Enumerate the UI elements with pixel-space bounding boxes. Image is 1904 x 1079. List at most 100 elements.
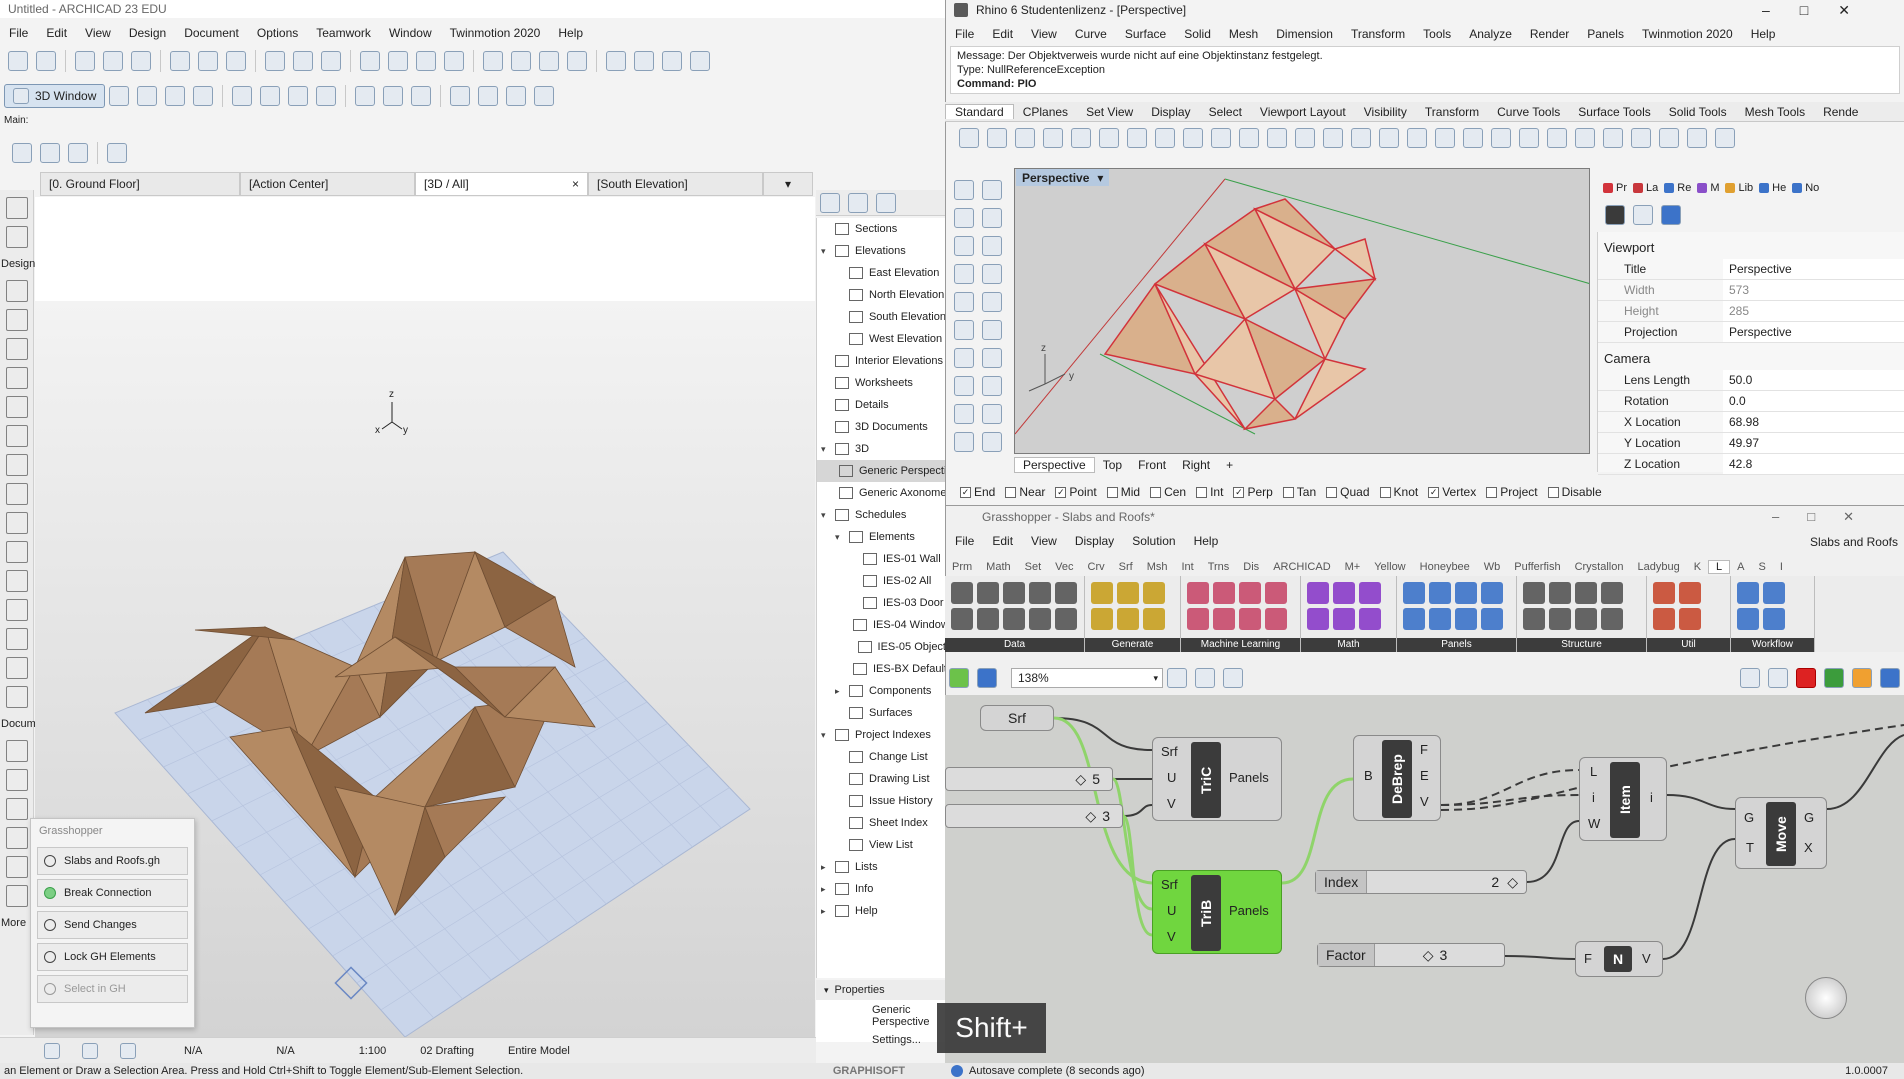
component-icon[interactable]	[1091, 582, 1113, 604]
sidebar-tool-icon[interactable]	[982, 320, 1002, 340]
component-icon[interactable]	[1601, 582, 1623, 604]
zoom-out-icon[interactable]	[82, 1042, 98, 1059]
viewport-tab-right[interactable]: Right	[1174, 458, 1218, 472]
navigator-item-schedules[interactable]: ▾ Schedules	[817, 504, 946, 526]
tab-south-elevation[interactable]: [South Elevation]	[588, 172, 763, 196]
open-icon[interactable]	[987, 128, 1007, 148]
rhino-tab-standard[interactable]: Standard	[945, 104, 1014, 119]
open-file-icon[interactable]	[949, 668, 969, 688]
menu-item-edit[interactable]: Edit	[983, 534, 1022, 548]
wire-icon[interactable]	[383, 86, 404, 106]
sidebar-tool-icon[interactable]	[954, 264, 974, 284]
slab-tool-icon[interactable]	[6, 454, 28, 476]
gh-tab-msh[interactable]: Msh	[1140, 561, 1175, 573]
component-icon[interactable]	[1679, 582, 1701, 604]
navigator-project-map-icon[interactable]	[820, 192, 840, 213]
navigator-item-issue-history[interactable]: Issue History	[817, 790, 946, 812]
sidebar-tool-icon[interactable]	[954, 208, 974, 228]
osnap-checkbox[interactable]	[1282, 486, 1294, 498]
navigator-item-lists[interactable]: ▸ Lists	[817, 856, 946, 878]
sidebar-tool-icon[interactable]	[982, 208, 1002, 228]
component-icon[interactable]	[1429, 582, 1451, 604]
zoom-extents-icon[interactable]	[1323, 128, 1343, 148]
gh-wire[interactable]	[1526, 820, 1580, 883]
menu-item-solution[interactable]: Solution	[1123, 534, 1184, 548]
rhino-tab-set-view[interactable]: Set View	[1077, 105, 1142, 119]
menu-item-twinmotion-2020[interactable]: Twinmotion 2020	[441, 26, 550, 40]
new-icon[interactable]	[959, 128, 979, 148]
gh-tab-prm[interactable]: Prm	[945, 561, 979, 573]
messaging-icon[interactable]	[690, 51, 710, 71]
layer-icon[interactable]	[1463, 128, 1483, 148]
negative-component[interactable]: F N V	[1575, 941, 1663, 977]
osnap-checkbox[interactable]: ✓	[1428, 486, 1440, 498]
menu-item-view[interactable]: View	[1022, 534, 1066, 548]
teapot-icon[interactable]	[1631, 128, 1651, 148]
component-icon[interactable]	[1187, 582, 1209, 604]
panel-tab-re[interactable]: Re	[1664, 182, 1691, 194]
component-icon[interactable]	[1117, 582, 1139, 604]
navigator-item-ies-05-object[interactable]: IES-05 Object	[817, 636, 946, 658]
navigator-caret-icon[interactable]: ▸	[821, 906, 831, 917]
component-icon[interactable]	[1481, 608, 1503, 630]
component-icon[interactable]	[1333, 582, 1355, 604]
gh-wire[interactable]	[1121, 814, 1153, 937]
sidebar-tool-icon[interactable]	[982, 264, 1002, 284]
sidebar-tool-icon[interactable]	[982, 404, 1002, 424]
navigator-caret-icon[interactable]: ▸	[835, 686, 845, 697]
navigator-item-generic-perspective[interactable]: Generic Perspective	[817, 460, 946, 482]
properties-header[interactable]: ▾ Properties	[816, 980, 946, 1000]
navigator-item-components[interactable]: ▸ Components	[817, 680, 946, 702]
arrow-select-icon[interactable]	[107, 143, 127, 163]
tric-component[interactable]: Srf U V TriC Panels	[1152, 737, 1282, 821]
filter-icon[interactable]	[355, 86, 376, 106]
lights-icon[interactable]	[1519, 128, 1539, 148]
component-icon[interactable]	[1187, 608, 1209, 630]
railing-tool-icon[interactable]	[6, 512, 28, 534]
snap-icon[interactable]	[170, 51, 190, 71]
panel-tab-he[interactable]: He	[1759, 182, 1786, 194]
sidebar-tool-icon[interactable]	[982, 432, 1002, 452]
twinmotion-icon[interactable]	[534, 86, 555, 106]
osnap-end[interactable]: ✓ End	[960, 485, 995, 499]
paste-icon[interactable]	[1155, 128, 1175, 148]
gh-tab-a[interactable]: A	[1730, 561, 1751, 573]
menu-item-mesh[interactable]: Mesh	[1220, 27, 1267, 41]
rhino-tab-solid-tools[interactable]: Solid Tools	[1660, 105, 1736, 119]
navigator-item-elevations[interactable]: ▾ Elevations	[817, 240, 946, 262]
rotate-icon[interactable]	[1239, 128, 1259, 148]
component-icon[interactable]	[1601, 608, 1623, 630]
navigator-item-worksheets[interactable]: Worksheets	[817, 372, 946, 394]
redo-icon[interactable]	[36, 51, 56, 71]
gh-tab-crystallon[interactable]: Crystallon	[1568, 561, 1631, 573]
arrow-tool-icon[interactable]	[6, 197, 28, 219]
intersect-icon[interactable]	[444, 51, 464, 71]
navigator-item-ies-02-all[interactable]: IES-02 All	[817, 570, 946, 592]
navigator-item-interior-elevations[interactable]: Interior Elevations	[817, 350, 946, 372]
window-tool-icon[interactable]	[6, 338, 28, 360]
rotate-view-icon[interactable]	[1379, 128, 1399, 148]
viewport-title[interactable]: Perspective ▾	[1016, 169, 1110, 186]
gh-tab-math[interactable]: Math	[979, 561, 1017, 573]
component-icon[interactable]	[1763, 582, 1785, 604]
component-icon[interactable]	[1117, 608, 1139, 630]
sidebar-tool-icon[interactable]	[954, 348, 974, 368]
component-icon[interactable]	[1403, 582, 1425, 604]
component-icon[interactable]	[1265, 582, 1287, 604]
navigator-item-east-elevation[interactable]: East Elevation	[817, 262, 946, 284]
zoom-extents-icon[interactable]	[1167, 668, 1187, 688]
dimension-tool-icon[interactable]	[6, 740, 28, 762]
component-icon[interactable]	[1143, 608, 1165, 630]
component-icon[interactable]	[977, 582, 999, 604]
snapshot-icon[interactable]	[450, 86, 471, 106]
gh-tab-honeybee[interactable]: Honeybee	[1413, 561, 1477, 573]
navigator-item-sheet-index[interactable]: Sheet Index	[817, 812, 946, 834]
navigator-caret-icon[interactable]: ▾	[821, 444, 831, 455]
rhino-tab-display[interactable]: Display	[1142, 105, 1199, 119]
group-icon[interactable]	[321, 51, 341, 71]
window-controls[interactable]: –□✕	[1772, 509, 1882, 525]
osnap-tan[interactable]: Tan	[1282, 485, 1316, 499]
sidebar-tool-icon[interactable]	[982, 236, 1002, 256]
rhino-tab-visibility[interactable]: Visibility	[1355, 105, 1416, 119]
component-icon[interactable]	[1455, 582, 1477, 604]
